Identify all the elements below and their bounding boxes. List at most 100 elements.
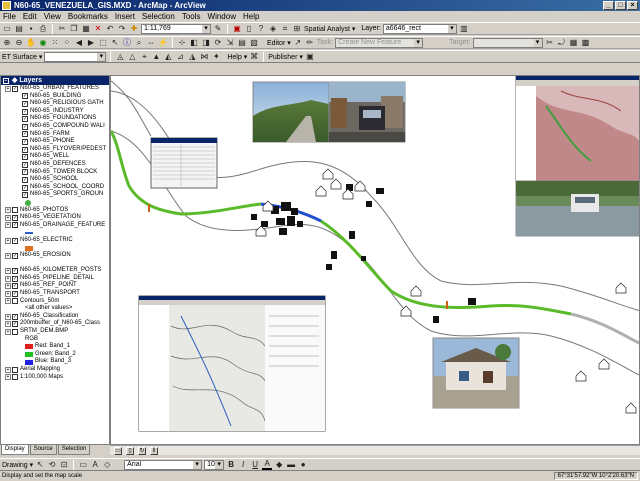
find-icon[interactable]: ⌕ bbox=[134, 38, 144, 48]
split-icon[interactable]: ✂ bbox=[545, 38, 555, 48]
tab-source[interactable]: Source bbox=[29, 445, 57, 455]
fill-color-icon[interactable]: ◆ bbox=[274, 460, 284, 470]
whats-this-icon[interactable]: ? bbox=[256, 24, 266, 34]
toc-layer-row[interactable]: + ✓ N60-65_EROSION bbox=[1, 252, 109, 260]
edit-vertices-icon[interactable]: ◇ bbox=[102, 460, 112, 470]
link-table-icon[interactable]: ▤ bbox=[237, 38, 247, 48]
zoom-out-icon[interactable]: ⊖ bbox=[14, 38, 24, 48]
delete-icon[interactable]: ✕ bbox=[93, 24, 103, 34]
toc-layer-row[interactable]: + Aerial Mapping bbox=[1, 366, 109, 374]
new-document-icon[interactable]: ▭ bbox=[2, 24, 12, 34]
measure-icon[interactable]: ⇔ bbox=[146, 38, 156, 48]
layer-visibility-checkbox[interactable]: ✓ bbox=[12, 222, 18, 229]
identify-settings-icon[interactable]: ◈ bbox=[268, 24, 278, 34]
expand-toggle-icon[interactable]: + bbox=[5, 214, 11, 221]
expand-toggle-icon[interactable]: + bbox=[5, 85, 11, 92]
redo-icon[interactable]: ↷ bbox=[117, 24, 127, 34]
layer-visibility-checkbox[interactable]: ✓ bbox=[12, 85, 18, 92]
toc-layer-row[interactable] bbox=[1, 244, 109, 252]
layer-visibility-checkbox[interactable]: ✓ bbox=[12, 237, 18, 244]
toc-layer-row[interactable]: ✓ N60-65_TOWER BLOCK bbox=[1, 169, 109, 177]
editor-menu[interactable]: Editor ▾ bbox=[267, 39, 291, 47]
select-elements-icon[interactable]: ↖ bbox=[35, 460, 45, 470]
toc-layer-row[interactable]: + ✓ N60-65_Classification bbox=[1, 313, 109, 321]
menu-edit[interactable]: Edit bbox=[23, 11, 37, 22]
toc-layer-row[interactable]: + N60-65_PHOTOS bbox=[1, 207, 109, 215]
map-canvas[interactable] bbox=[111, 76, 640, 445]
task-combo[interactable]: Create New Feature bbox=[335, 37, 424, 48]
menu-help[interactable]: Help bbox=[243, 11, 259, 22]
tree-spacer[interactable] bbox=[15, 139, 21, 145]
et-tool-4-icon[interactable]: ▲ bbox=[151, 52, 161, 62]
line-color-icon[interactable]: ▬ bbox=[286, 460, 296, 470]
publisher-menu[interactable]: Publisher ▾ bbox=[268, 53, 303, 61]
map-scale-combo[interactable]: 1:11,769 bbox=[141, 23, 211, 34]
tree-spacer[interactable] bbox=[15, 109, 21, 115]
publish-icon[interactable]: ▣ bbox=[305, 52, 315, 62]
toc-layer-row[interactable]: Blue: Band_3 bbox=[1, 358, 109, 366]
refresh-icon[interactable]: ↻ bbox=[138, 446, 146, 455]
attributes-icon[interactable]: ▦ bbox=[569, 38, 579, 48]
et-tool-5-icon[interactable]: ◭ bbox=[163, 52, 173, 62]
layer-visibility-checkbox[interactable]: ✓ bbox=[22, 131, 28, 138]
copy-icon[interactable]: ❐ bbox=[69, 24, 79, 34]
toc-layer-row[interactable]: + ✓ 200mbuffer_of_N60-65_Class bbox=[1, 320, 109, 328]
drawing-menu[interactable]: Drawing ▾ bbox=[2, 461, 33, 469]
expand-toggle-icon[interactable]: + bbox=[5, 298, 11, 305]
layer-visibility-checkbox[interactable] bbox=[12, 207, 18, 214]
undo-icon[interactable]: ↶ bbox=[105, 24, 115, 34]
layer-visibility-checkbox[interactable]: ✓ bbox=[22, 116, 28, 123]
toc-layer-row[interactable]: + ✓ N60-65_PIPELINE_DETAIL bbox=[1, 275, 109, 283]
et-tool-2-icon[interactable]: △ bbox=[127, 52, 137, 62]
toc-layer-row[interactable]: ✓ N60-65_DEFENCES bbox=[1, 161, 109, 169]
expand-toggle-icon[interactable]: + bbox=[5, 328, 11, 335]
layer-visibility-checkbox[interactable]: ✓ bbox=[22, 176, 28, 183]
fixed-zoom-in-icon[interactable]: ⁙ bbox=[50, 38, 60, 48]
expand-toggle-icon[interactable]: + bbox=[5, 321, 11, 328]
layer-visibility-checkbox[interactable]: ✓ bbox=[22, 108, 28, 115]
toc-layer-row[interactable]: + ✓ N60-65_ELECTRIC bbox=[1, 237, 109, 245]
toc-layer-row[interactable]: Red: Band_1 bbox=[1, 343, 109, 351]
menu-selection[interactable]: Selection bbox=[142, 11, 175, 22]
select-features-icon[interactable]: ⬚ bbox=[98, 38, 108, 48]
layer-visibility-checkbox[interactable]: ✓ bbox=[12, 321, 18, 328]
rotate-element-icon[interactable]: ⟲ bbox=[47, 460, 57, 470]
map-view[interactable] bbox=[110, 75, 640, 445]
print-icon[interactable]: ⎙ bbox=[38, 24, 48, 34]
toc-layer-row[interactable]: ✓ N60-65_PHONE bbox=[1, 138, 109, 146]
target-combo[interactable] bbox=[472, 37, 543, 48]
minimize-button[interactable]: _ bbox=[603, 1, 614, 10]
et-tool-8-icon[interactable]: ⋈ bbox=[199, 52, 209, 62]
expand-toggle-icon[interactable]: + bbox=[5, 222, 11, 229]
layer-visibility-checkbox[interactable]: ✓ bbox=[22, 192, 28, 199]
python-icon[interactable]: ⊞ bbox=[292, 24, 302, 34]
rotate-icon[interactable]: ⟳ bbox=[213, 38, 223, 48]
toc-layer-row[interactable]: ✓ N60-65_FARM bbox=[1, 131, 109, 139]
toc-layer-row[interactable]: ✓ N60-65_BUILDING bbox=[1, 93, 109, 101]
font-size-combo[interactable]: 10 bbox=[204, 459, 225, 470]
paste-icon[interactable]: ▦ bbox=[81, 24, 91, 34]
toc-layer-row[interactable]: + SRTM_DEM.BMP bbox=[1, 328, 109, 336]
command-line-icon[interactable]: ▯ bbox=[244, 24, 254, 34]
photo-river-crossing[interactable] bbox=[515, 180, 640, 237]
rectify-icon[interactable]: ▧ bbox=[249, 38, 259, 48]
tree-spacer[interactable] bbox=[15, 185, 21, 191]
marker-color-icon[interactable]: ● bbox=[298, 460, 308, 470]
et-surface-combo[interactable] bbox=[44, 51, 107, 62]
toc-layer-row[interactable]: + Contours_50m bbox=[1, 298, 109, 306]
toc-layer-row[interactable]: + ✓ N60-65_TRANSPORT bbox=[1, 290, 109, 298]
expand-toggle-icon[interactable]: + bbox=[5, 374, 11, 381]
bold-button[interactable]: B bbox=[226, 460, 236, 470]
layer-visibility-checkbox[interactable] bbox=[12, 328, 18, 335]
swipe-icon[interactable]: ◧ bbox=[189, 38, 199, 48]
toc-layer-row[interactable] bbox=[1, 199, 109, 207]
help-tool-icon[interactable]: ⌘ bbox=[249, 52, 259, 62]
et-tool-9-icon[interactable]: ✦ bbox=[211, 52, 221, 62]
toc-layer-row[interactable]: + ✓ N60-65_VEGETATION bbox=[1, 214, 109, 222]
collapse-icon[interactable]: − bbox=[3, 77, 9, 84]
tree-spacer[interactable] bbox=[15, 147, 21, 153]
toc-layer-row[interactable]: ✓ N60-65_SPORTS_GROUN bbox=[1, 191, 109, 199]
italic-button[interactable]: I bbox=[238, 460, 248, 470]
layer-visibility-checkbox[interactable]: ✓ bbox=[12, 283, 18, 290]
open-folder-icon[interactable]: ▤ bbox=[14, 24, 24, 34]
